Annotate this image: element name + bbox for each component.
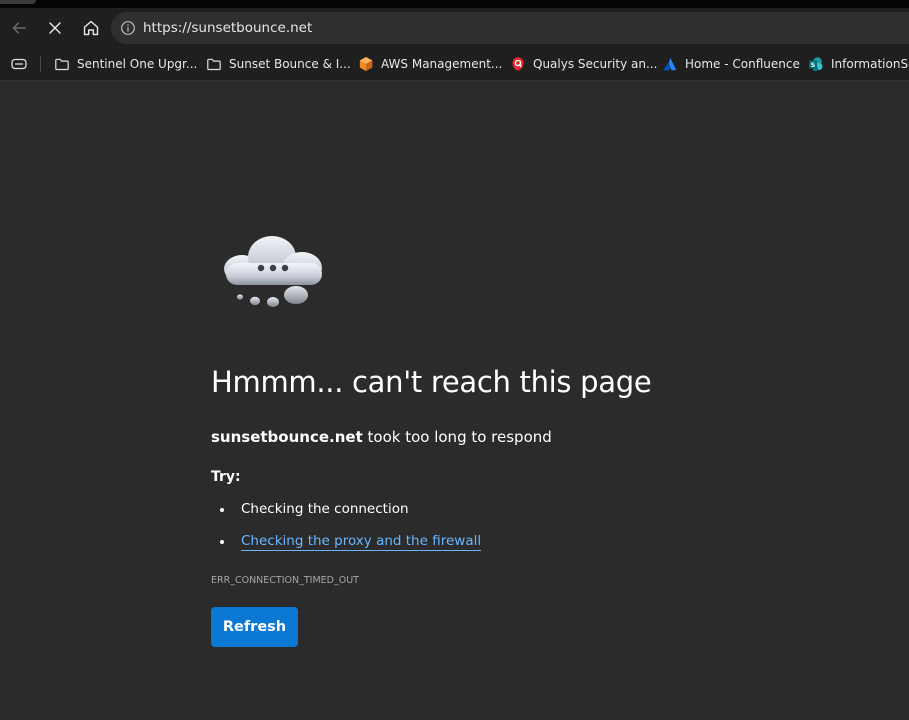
browser-toolbar: https://sunsetbounce.net <box>0 8 909 48</box>
thinking-cloud-icon <box>224 236 322 307</box>
suggestion-check-proxy-firewall: Checking the proxy and the firewall <box>211 533 482 565</box>
bullet <box>220 508 224 512</box>
proxy-firewall-link[interactable]: Checking the proxy and the firewall <box>241 533 482 551</box>
bookmark-label: Sentinel One Upgr... <box>77 57 198 71</box>
bookmark-sentinel-one[interactable]: Sentinel One Upgr... <box>54 48 197 80</box>
suggestion-check-connection: Checking the connection <box>211 501 481 533</box>
tab-strip <box>0 0 909 8</box>
bookmark-aws-management[interactable]: AWS Management... <box>358 48 502 80</box>
error-code: ERR_CONNECTION_TIMED_OUT <box>211 575 359 586</box>
suggestion-list: Checking the connection Checking the pro… <box>211 501 482 565</box>
bookmark-label: Home - Confluence <box>685 57 800 71</box>
close-icon <box>49 22 61 34</box>
home-button[interactable] <box>76 12 106 44</box>
bullet <box>220 540 224 544</box>
sharepoint-icon: S <box>808 56 824 72</box>
browser-window: https://sunsetbounce.net Sentinel One Up… <box>0 0 909 720</box>
stop-loading-button[interactable] <box>40 12 70 44</box>
collections-icon[interactable] <box>10 56 28 72</box>
bookmark-label: Qualys Security an... <box>533 57 658 71</box>
aws-cube-icon <box>358 56 374 72</box>
favorites-separator <box>40 56 41 72</box>
home-icon <box>83 20 99 36</box>
tab-stub[interactable] <box>0 0 36 4</box>
qualys-icon <box>510 56 526 72</box>
error-host: sunsetbounce.net <box>211 428 363 446</box>
bookmark-qualys[interactable]: Qualys Security an... <box>510 48 657 80</box>
error-page: Hmmm... can't reach this page sunsetboun… <box>0 81 909 720</box>
address-bar[interactable]: https://sunsetbounce.net <box>111 12 909 44</box>
error-message: sunsetbounce.net took too long to respon… <box>211 428 552 446</box>
arrow-left-icon <box>12 22 26 34</box>
refresh-button[interactable]: Refresh <box>211 607 298 647</box>
suggestion-text: Checking the connection <box>241 501 409 517</box>
bookmark-confluence[interactable]: Home - Confluence <box>662 48 800 80</box>
bookmark-sunset-bounce[interactable]: Sunset Bounce & I... <box>206 48 351 80</box>
back-button[interactable] <box>4 12 34 44</box>
favorites-bar: Sentinel One Upgr... Sunset Bounce & I..… <box>0 48 909 81</box>
svg-text:S: S <box>811 61 816 69</box>
info-icon[interactable] <box>120 20 136 36</box>
bookmark-label: Sunset Bounce & I... <box>229 57 351 71</box>
error-headline: Hmmm... can't reach this page <box>211 365 652 399</box>
error-message-text: took too long to respond <box>362 428 552 446</box>
url-text[interactable]: https://sunsetbounce.net <box>143 12 312 44</box>
folder-icon <box>54 56 70 72</box>
bookmark-information-security[interactable]: S InformationSec <box>808 48 909 80</box>
folder-icon <box>206 56 222 72</box>
bookmark-label: InformationSec <box>831 57 909 71</box>
bookmark-label: AWS Management... <box>381 57 503 71</box>
confluence-icon <box>662 56 678 72</box>
try-label: Try: <box>211 469 241 485</box>
